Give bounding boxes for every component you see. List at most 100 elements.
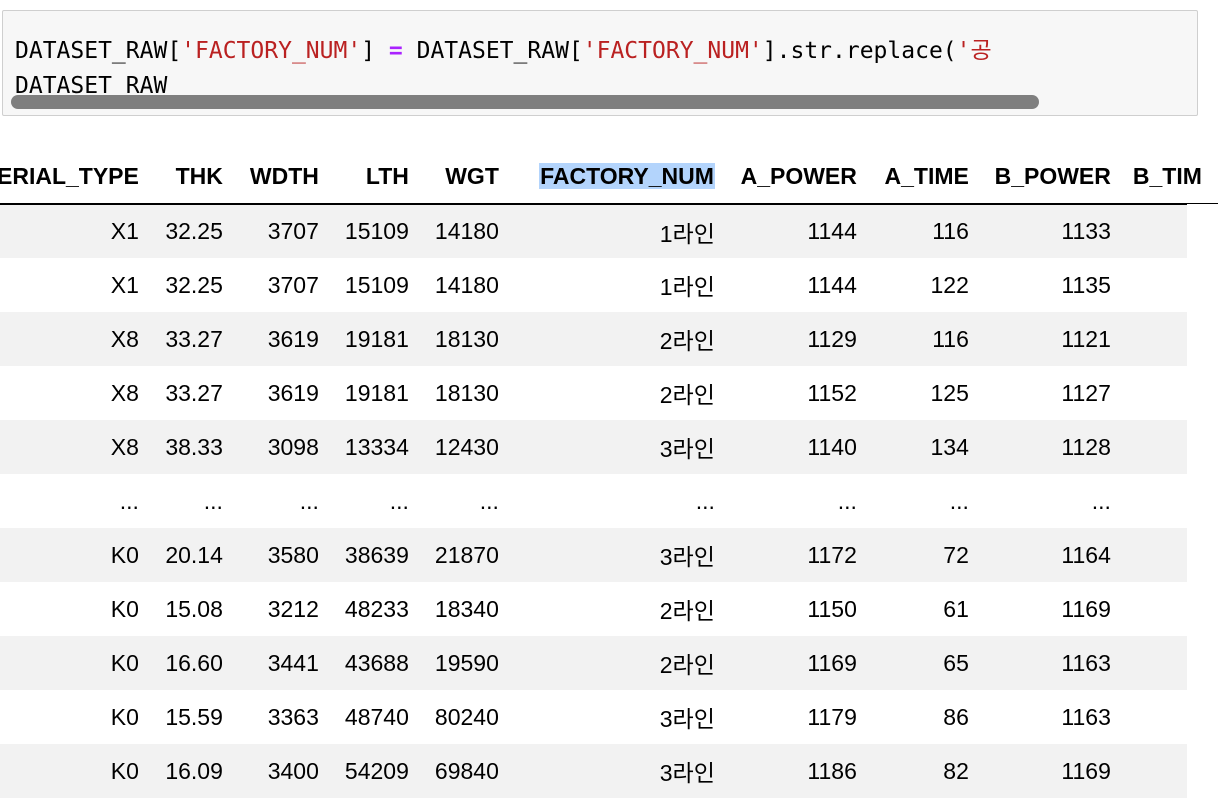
table-cell: ... [837,487,857,514]
table-cell: 2라인 [659,652,715,678]
table-cell: 20.14 [165,541,223,568]
table-cell: 116 [932,218,969,244]
table-cell: 13334 [344,433,409,460]
table-cell: 19181 [344,325,409,352]
table-cell: 1172 [807,541,857,568]
table-cell: K0 [110,649,139,676]
table-cell: 18340 [434,595,499,622]
table-cell: 18130 [434,379,499,406]
table-cell: 19181 [344,379,409,406]
table-cell: 116 [932,325,969,352]
table-cell: X8 [110,379,139,406]
table-cell: 1127 [1061,379,1111,406]
table-cell: 33.27 [165,379,223,406]
table-cell: 1169 [1061,757,1111,784]
table-cell: 86 [943,703,969,730]
table-cell: 2라인 [659,382,715,408]
table-cell: 1128 [1061,433,1111,460]
table-cell: 32.25 [165,271,223,298]
code-input-area[interactable]: DATASET_RAW['FACTORY_NUM'] = DATASET_RAW… [2,10,1198,116]
table-cell: 1135 [1061,271,1111,298]
table-cell: 1133 [1061,218,1111,244]
table-cell: 3라인 [659,544,715,570]
table-cell: ... [1091,487,1111,514]
column-header-wgt[interactable]: WGT [419,150,510,205]
table-row: K0 20.14 3580 38639 21870 3라인 1172 72 1164 [0,528,1218,582]
table-cell: 38639 [344,541,409,568]
table-cell: 16.09 [165,757,223,784]
table-cell: 1129 [807,325,857,352]
table-cell: 1179 [807,703,857,730]
table-cell: 3라인 [659,436,715,462]
table-cell: 61 [943,595,969,622]
selected-text-highlight[interactable]: FACTORY_NUM [539,163,715,189]
column-header-a-time[interactable]: A_TIME [867,150,980,205]
table-cell: 1라인 [659,220,715,247]
code-string-token: 'FACTORY_NUM' [181,38,362,64]
table-cell: 3707 [267,271,319,298]
table-cell: 15.59 [165,703,223,730]
column-header-wdth[interactable]: WDTH [233,150,330,205]
table-row: K0 15.59 3363 48740 80240 3라인 1179 86 1163 [0,690,1218,744]
table-row: X8 33.27 3619 19181 18130 2라인 1152 125 1127 [0,366,1218,420]
table-header-row: ERIAL_TYPE THK WDTH LTH WGT FACTORY_NUM … [0,150,1218,205]
column-header-b-time[interactable]: B_TIM [1121,150,1218,205]
column-header-lth[interactable]: LTH [329,150,420,205]
table-cell: 65 [943,649,969,676]
table-row: K0 16.09 3400 54209 69840 3라인 1186 82 1169 [0,744,1218,798]
table-cell: X1 [110,218,139,244]
table-cell: ... [203,487,223,514]
table-cell: 1140 [807,433,857,460]
table-cell: 38.33 [165,433,223,460]
column-header-a-power[interactable]: A_POWER [725,150,868,205]
table-cell: 1186 [807,757,857,784]
table-cell: 21870 [434,541,499,568]
table-cell: K0 [110,757,139,784]
table-cell: 16.60 [165,649,223,676]
table-cell: K0 [110,703,139,730]
code-string-token: '공 [956,38,992,64]
table-row: ........................... [0,474,1218,528]
table-cell: K0 [110,595,139,622]
table-cell: 1163 [1061,649,1111,676]
table-cell: X1 [110,271,139,298]
table-row: X8 33.27 3619 19181 18130 2라인 1129 116 1121 [0,312,1218,366]
table-cell: 1163 [1061,703,1111,730]
table-cell: 3212 [267,595,319,622]
code-token: DATASET_RAW[ [402,38,583,64]
table-cell: ... [119,487,139,514]
code-token: ] [361,38,389,64]
column-header-material-type[interactable]: ERIAL_TYPE [0,150,150,205]
table-cell: 3619 [267,379,319,406]
code-token: ].str.replace( [762,38,957,64]
table-cell: 2라인 [659,598,715,624]
table-cell: 54209 [344,757,409,784]
table-body: X1 32.25 3707 15109 14180 1라인 1144 116 1133 X1 32.… [0,204,1218,798]
table-cell: 69840 [434,757,499,784]
table-cell: ... [479,487,499,514]
table-cell: 2라인 [659,328,715,354]
table-cell: 14180 [434,218,499,244]
table-cell: 48740 [344,703,409,730]
table-cell: ... [389,487,409,514]
table-cell: X8 [110,433,139,460]
table-cell: ... [949,487,969,514]
table-cell: 1164 [1061,541,1111,568]
table-cell: 134 [930,433,969,460]
table-cell: 3098 [267,433,319,460]
table-cell: ... [299,487,319,514]
column-header-thk[interactable]: THK [149,150,234,205]
column-header-factory-num[interactable]: FACTORY_NUM [509,150,726,205]
code-token: DATASET_RAW[ [15,38,182,64]
table-cell: 3363 [267,703,319,730]
code-string-token: 'FACTORY_NUM' [582,38,763,64]
code-operator-token: = [388,38,403,64]
table-cell: 43688 [344,649,409,676]
column-header-b-power[interactable]: B_POWER [979,150,1122,205]
table-cell: 1144 [807,218,857,244]
table-cell: 19590 [434,649,499,676]
horizontal-scrollbar[interactable] [11,95,1039,109]
table-cell: 3400 [267,757,319,784]
table-cell: 1150 [807,595,857,622]
table-cell: 12430 [434,433,499,460]
